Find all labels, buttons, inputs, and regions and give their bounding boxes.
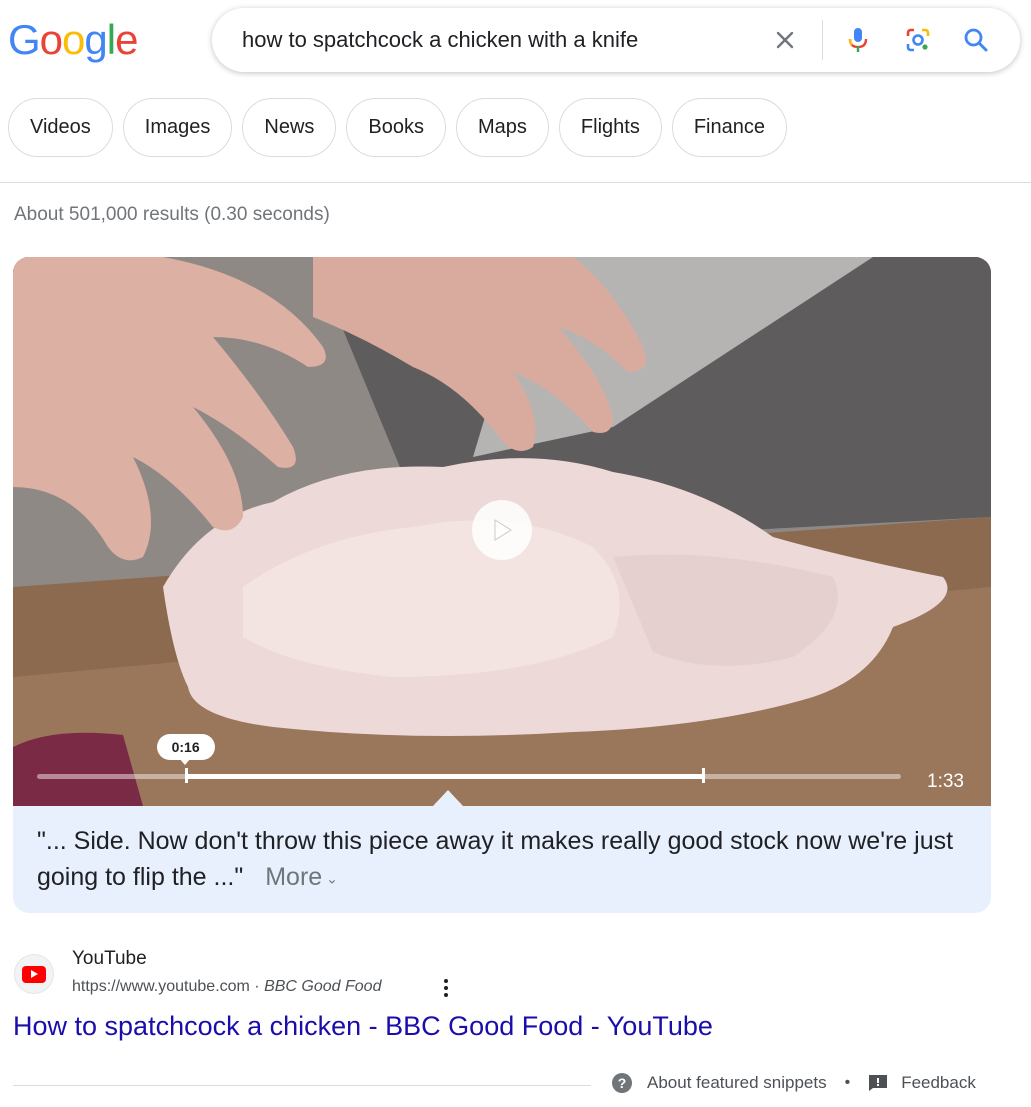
more-options-icon[interactable] xyxy=(438,976,454,1000)
logo-letter: o xyxy=(62,16,85,63)
lens-search-button[interactable] xyxy=(900,22,936,58)
result-stats: About 501,000 results (0.30 seconds) xyxy=(14,204,330,225)
search-filter-chips: Videos Images News Books Maps Flights Fi… xyxy=(8,98,787,157)
feedback-icon xyxy=(868,1074,888,1092)
voice-search-button[interactable] xyxy=(840,22,876,58)
play-button[interactable] xyxy=(472,500,532,560)
site-url: https://www.youtube.com · BBC Good Food xyxy=(72,978,381,996)
snippet-quote-text: "... Side. Now don't throw this piece aw… xyxy=(37,827,954,891)
video-key-moment-segment xyxy=(185,774,704,779)
help-icon: ? xyxy=(612,1073,632,1093)
chip-videos[interactable]: Videos xyxy=(8,98,113,157)
segment-end-marker xyxy=(702,768,705,783)
more-label: More xyxy=(265,863,323,891)
site-name: YouTube xyxy=(72,948,147,969)
chip-flights[interactable]: Flights xyxy=(558,98,662,157)
site-favicon xyxy=(14,954,54,994)
search-submit-button[interactable] xyxy=(958,22,994,58)
chip-books[interactable]: Books xyxy=(346,98,446,157)
chip-maps[interactable]: Maps xyxy=(456,98,549,157)
search-input[interactable]: how to spatchcock a chicken with a knife xyxy=(242,27,638,53)
chevron-down-icon: ⌄ xyxy=(322,870,338,887)
video-player[interactable]: 0:16 1:33 xyxy=(13,257,991,806)
chip-news[interactable]: News xyxy=(242,98,337,157)
search-icon xyxy=(964,28,988,52)
logo-letter: e xyxy=(115,16,138,63)
footer-separator: • xyxy=(844,1074,851,1091)
footer-divider xyxy=(13,1085,591,1086)
logo-letter: l xyxy=(106,16,116,63)
segment-start-marker xyxy=(184,768,188,783)
feedback-link[interactable]: Feedback xyxy=(901,1073,976,1093)
mic-icon xyxy=(848,28,868,52)
chip-images[interactable]: Images xyxy=(122,98,233,157)
about-featured-snippets-link[interactable]: About featured snippets xyxy=(647,1073,827,1093)
logo-letter: o xyxy=(39,16,63,63)
video-duration: 1:33 xyxy=(927,771,964,792)
lens-icon xyxy=(906,28,930,52)
more-button[interactable]: More ⌄ xyxy=(265,863,338,891)
logo-letter: g xyxy=(84,16,107,63)
clear-search-button[interactable] xyxy=(767,22,803,58)
url-separator: · xyxy=(249,978,265,995)
play-icon xyxy=(494,519,512,541)
close-icon xyxy=(776,31,794,49)
snippet-quote: "... Side. Now don't throw this piece aw… xyxy=(37,823,957,896)
search-divider xyxy=(822,20,823,60)
current-time-bubble: 0:16 xyxy=(156,734,215,765)
search-box[interactable]: how to spatchcock a chicken with a knife xyxy=(212,8,1020,72)
snippet-footer: ? About featured snippets • Feedback xyxy=(612,1073,976,1093)
google-logo[interactable]: Google xyxy=(8,16,138,63)
result-title-link[interactable]: How to spatchcock a chicken - BBC Good F… xyxy=(13,1011,713,1042)
chip-finance[interactable]: Finance xyxy=(671,98,787,157)
header-divider xyxy=(0,182,1031,183)
featured-video-snippet: 0:16 1:33 "... Side. Now don't throw thi… xyxy=(13,257,991,913)
snippet-caret xyxy=(433,790,463,806)
youtube-icon xyxy=(22,965,46,983)
logo-letter: G xyxy=(8,16,41,63)
site-url-text: https://www.youtube.com xyxy=(72,978,250,995)
channel-name: BBC Good Food xyxy=(264,978,382,995)
